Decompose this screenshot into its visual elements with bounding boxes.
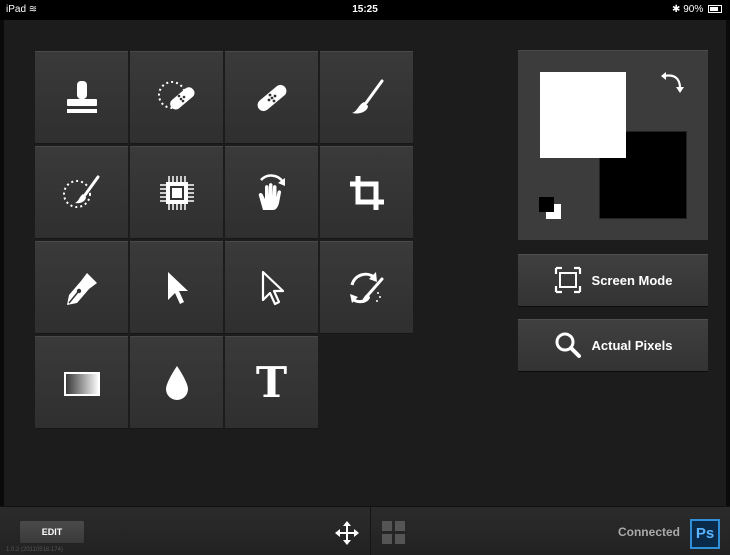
version-label: 1.0.2 (20110518.174) (6, 547, 63, 553)
type-icon: T (255, 357, 288, 407)
device-frame-right (726, 0, 730, 554)
drop-icon (165, 365, 188, 400)
edit-button[interactable]: EDIT (20, 521, 84, 543)
default-colors-icon[interactable] (536, 194, 564, 222)
tool-chip[interactable] (130, 146, 223, 239)
chip-icon (159, 175, 194, 210)
tool-type[interactable]: T (225, 336, 318, 429)
tool-crop[interactable] (320, 146, 413, 239)
screen-mode-button[interactable]: Screen Mode (518, 254, 708, 306)
grid-view-icon[interactable] (381, 520, 407, 546)
tool-direct-select[interactable] (225, 241, 318, 334)
tool-healing[interactable] (225, 51, 318, 144)
tool-quick-selection[interactable] (35, 146, 128, 239)
move-arrows-icon[interactable] (334, 520, 360, 546)
bottom-toolbar: EDIT 1.0.2 (20110518.174) Connected Ps (0, 506, 730, 555)
battery-icon (708, 5, 722, 14)
healing-bandage-icon (257, 84, 286, 111)
pen-nib-icon (66, 272, 97, 305)
history-brush-icon (349, 271, 383, 303)
color-panel (518, 50, 708, 240)
gradient-icon (63, 371, 100, 396)
screen-mode-label: Screen Mode (591, 272, 673, 288)
foreground-color-swatch[interactable] (540, 72, 626, 158)
tool-hand-rotate[interactable] (225, 146, 318, 239)
photoshop-logo[interactable]: Ps (690, 519, 720, 549)
crop-icon (349, 175, 384, 210)
tool-brush[interactable] (320, 51, 413, 144)
battery-percent: 90% (683, 4, 704, 15)
tool-blur[interactable] (130, 336, 223, 429)
magnifier-icon (555, 332, 581, 358)
quick-selection-brush-icon (62, 175, 99, 208)
actual-pixels-button[interactable]: Actual Pixels (518, 319, 708, 371)
tool-spot-healing[interactable] (130, 51, 223, 144)
connection-status: Connected (617, 525, 680, 539)
screen-mode-icon (554, 266, 581, 294)
paint-brush-icon (351, 79, 383, 114)
status-bar: iPad ≋ 15:25 ✱ 90% (0, 0, 730, 20)
tool-clone-stamp[interactable] (35, 51, 128, 144)
bluetooth-icon: ✱ (672, 4, 681, 15)
status-time: 15:25 (352, 4, 378, 15)
hand-rotate-icon (258, 173, 285, 210)
tool-pen[interactable] (35, 241, 128, 334)
device-frame-left (0, 0, 4, 554)
arrow-filled-icon (167, 271, 188, 304)
tool-move-arrow[interactable] (130, 241, 223, 334)
spot-healing-bandage-icon (157, 80, 195, 110)
arrow-outline-icon (261, 270, 284, 305)
tool-gradient[interactable] (35, 336, 128, 429)
actual-pixels-label: Actual Pixels (591, 337, 673, 353)
toolbar-divider (370, 507, 371, 555)
clone-stamp-icon (66, 80, 97, 113)
tool-history-brush[interactable] (320, 241, 413, 334)
swap-colors-icon[interactable] (660, 70, 686, 96)
